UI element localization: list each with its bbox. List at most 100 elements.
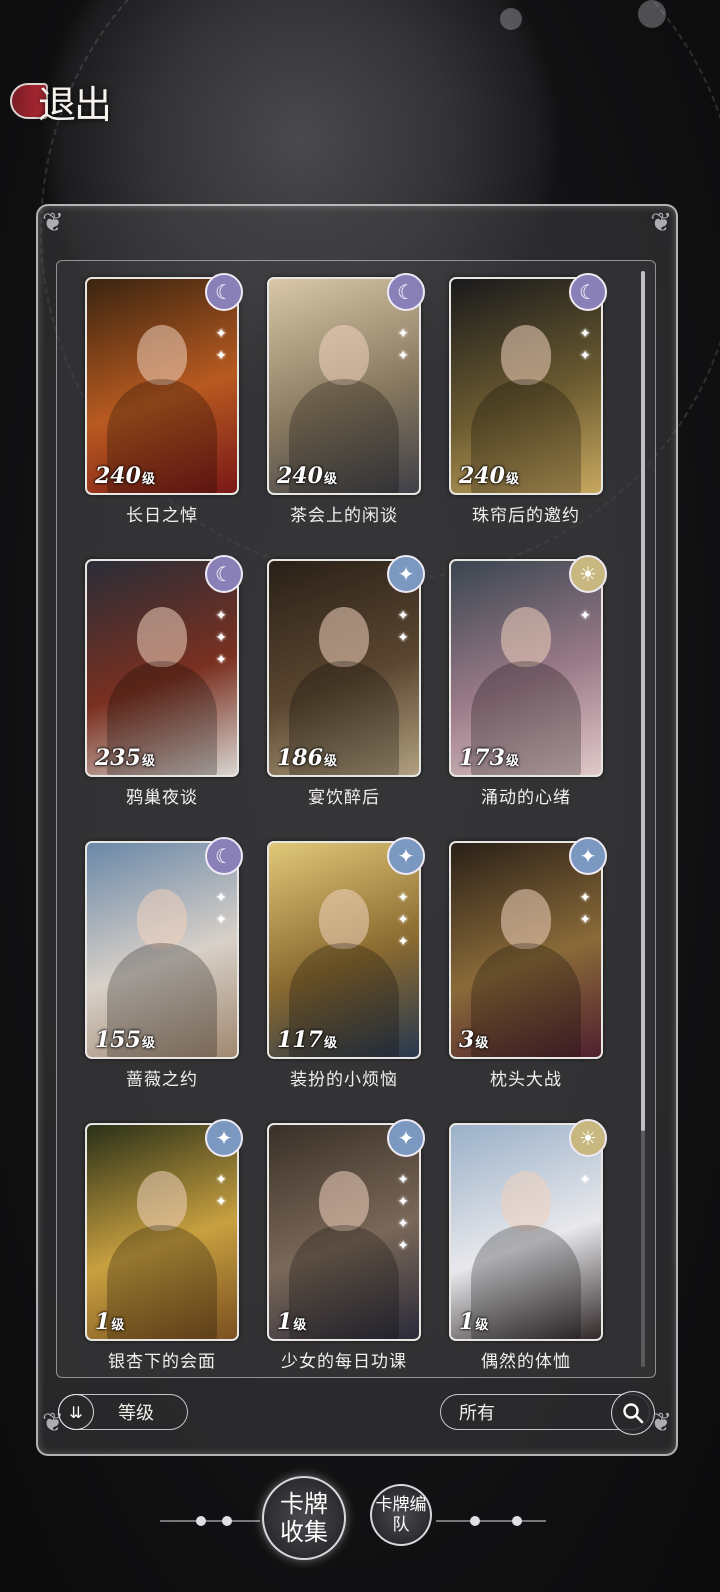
card-level-unit: 级	[141, 1036, 155, 1051]
sort-by-level-button[interactable]: ⇊ 等级	[58, 1394, 188, 1430]
tab-card-collection[interactable]: 卡牌收集	[262, 1476, 346, 1560]
card-level-value: 1	[277, 1309, 293, 1335]
card-item[interactable]: ✦ ✦ 3级 ✦ 枕头大战	[449, 837, 607, 1101]
card-level-value: 1	[95, 1309, 111, 1335]
card-item[interactable]: ✦ 1级 ☀ 偶然的体恤	[449, 1119, 607, 1377]
search-button[interactable]	[611, 1391, 655, 1435]
star-icon: ✦	[387, 837, 425, 875]
star-icon: ✦	[205, 1119, 243, 1157]
corner-ornament-icon: ❦	[650, 208, 672, 238]
card-name: 宴饮醉后	[308, 788, 380, 808]
sparkle-star-icon: ✦	[397, 1172, 409, 1188]
star-rating: ✦ ✦	[215, 887, 227, 931]
sparkle-star-icon: ✦	[579, 608, 591, 624]
card-level: 1级	[95, 1309, 124, 1335]
card-artwork: ✦ 1级	[449, 1123, 603, 1341]
card-item[interactable]: ✦ ✦ 1级 ✦ 银杏下的会面	[85, 1119, 243, 1377]
filter-label: 所有	[459, 1403, 495, 1424]
card-artwork: ✦ ✦ 3级	[449, 841, 603, 1059]
card-level-value: 240	[459, 463, 505, 489]
star-rating: ✦ ✦	[397, 605, 409, 649]
sparkle-star-icon: ✦	[397, 608, 409, 624]
card-level: 1级	[459, 1309, 488, 1335]
card-name: 茶会上的闲谈	[290, 506, 398, 526]
card-item[interactable]: ✦ ✦ 240级 ☾ 长日之悼	[85, 273, 243, 537]
card-item[interactable]: ✦ ✦ 155级 ☾ 蔷薇之约	[85, 837, 243, 1101]
card-level-unit: 级	[323, 472, 337, 487]
sparkle-star-icon: ✦	[215, 1172, 227, 1188]
card-level-unit: 级	[475, 1318, 489, 1333]
filter-select[interactable]: 所有	[440, 1391, 655, 1435]
bottom-nav: 卡牌收集 卡牌编队	[0, 1470, 720, 1580]
sparkle-star-icon: ✦	[397, 348, 409, 364]
sparkle-star-icon: ✦	[215, 1194, 227, 1210]
sparkle-star-icon: ✦	[579, 348, 591, 364]
card-artwork: ✦ ✦ 186级	[267, 559, 421, 777]
sparkle-star-icon: ✦	[215, 326, 227, 342]
card-level: 117级	[277, 1027, 337, 1053]
exit-button[interactable]: 退出	[10, 70, 130, 132]
sparkle-star-icon: ✦	[397, 326, 409, 342]
sparkle-star-icon: ✦	[579, 890, 591, 906]
card-item[interactable]: ✦ ✦ ✦ 117级 ✦ 装扮的小烦恼	[267, 837, 425, 1101]
card-artwork: ✦ ✦ ✦ ✦ 1级	[267, 1123, 421, 1341]
star-icon: ✦	[569, 837, 607, 875]
character-portrait	[137, 325, 187, 385]
card-artwork: ✦ ✦ ✦ 117级	[267, 841, 421, 1059]
character-portrait	[137, 889, 187, 949]
nav-dot	[512, 1516, 522, 1526]
card-level-value: 173	[459, 745, 505, 771]
character-portrait	[501, 1171, 551, 1231]
card-level: 186级	[277, 745, 337, 771]
card-item[interactable]: ✦ ✦ ✦ 235级 ☾ 鸦巢夜谈	[85, 555, 243, 819]
card-item[interactable]: ✦ ✦ 186级 ✦ 宴饮醉后	[267, 555, 425, 819]
card-level-unit: 级	[111, 1318, 125, 1333]
star-rating: ✦ ✦	[215, 1169, 227, 1213]
card-name: 珠帘后的邀约	[472, 506, 580, 526]
sparkle-star-icon: ✦	[397, 912, 409, 928]
sort-list-icon: ⇊	[58, 1394, 94, 1430]
star-rating: ✦ ✦ ✦ ✦	[397, 1169, 409, 1257]
sparkle-star-icon: ✦	[579, 912, 591, 928]
card-level-unit: 级	[293, 1318, 307, 1333]
card-level: 3级	[459, 1027, 488, 1053]
card-level-value: 117	[277, 1027, 323, 1053]
card-artwork: ✦ 173级	[449, 559, 603, 777]
nav-dot	[470, 1516, 480, 1526]
sparkle-star-icon: ✦	[579, 1172, 591, 1188]
moon-icon: ☾	[205, 555, 243, 593]
card-level-value: 240	[277, 463, 323, 489]
moon-icon: ☾	[205, 273, 243, 311]
star-icon: ✦	[387, 1119, 425, 1157]
tab-card-team[interactable]: 卡牌编队	[370, 1484, 432, 1546]
card-level-unit: 级	[323, 1036, 337, 1051]
search-icon	[623, 1403, 644, 1424]
character-portrait	[137, 1171, 187, 1231]
sparkle-star-icon: ✦	[397, 1238, 409, 1254]
card-level: 240级	[95, 463, 155, 489]
card-grid-viewport: ✦ ✦ 240级 ☾ 长日之悼 ✦ ✦ 240级 ☾ 茶会上的闲谈 ✦ ✦ 240级 ☾ 珠帘后的邀约 ✦ ✦ ✦…	[56, 260, 656, 1378]
card-item[interactable]: ✦ ✦ 240级 ☾ 珠帘后的邀约	[449, 273, 607, 537]
card-name: 枕头大战	[490, 1070, 562, 1090]
character-portrait	[501, 325, 551, 385]
star-rating: ✦	[579, 605, 591, 627]
card-level-value: 235	[95, 745, 141, 771]
sort-label: 等级	[118, 1403, 154, 1424]
card-artwork: ✦ ✦ 1级	[85, 1123, 239, 1341]
star-rating: ✦ ✦	[397, 323, 409, 367]
nav-divider	[436, 1520, 546, 1522]
scrollbar[interactable]	[641, 271, 645, 1367]
card-level-unit: 级	[141, 754, 155, 769]
star-icon: ✦	[387, 555, 425, 593]
scroll-thumb[interactable]	[641, 271, 645, 1131]
moon-icon: ☾	[387, 273, 425, 311]
sparkle-star-icon: ✦	[215, 348, 227, 364]
card-level-unit: 级	[505, 472, 519, 487]
star-rating: ✦	[579, 1169, 591, 1191]
tab-card-team-label: 卡牌编队	[375, 1495, 427, 1535]
moon-icon: ☾	[569, 273, 607, 311]
card-item[interactable]: ✦ 173级 ☀ 涌动的心绪	[449, 555, 607, 819]
star-rating: ✦ ✦ ✦	[215, 605, 227, 671]
card-item[interactable]: ✦ ✦ 240级 ☾ 茶会上的闲谈	[267, 273, 425, 537]
card-item[interactable]: ✦ ✦ ✦ ✦ 1级 ✦ 少女的每日功课	[267, 1119, 425, 1377]
